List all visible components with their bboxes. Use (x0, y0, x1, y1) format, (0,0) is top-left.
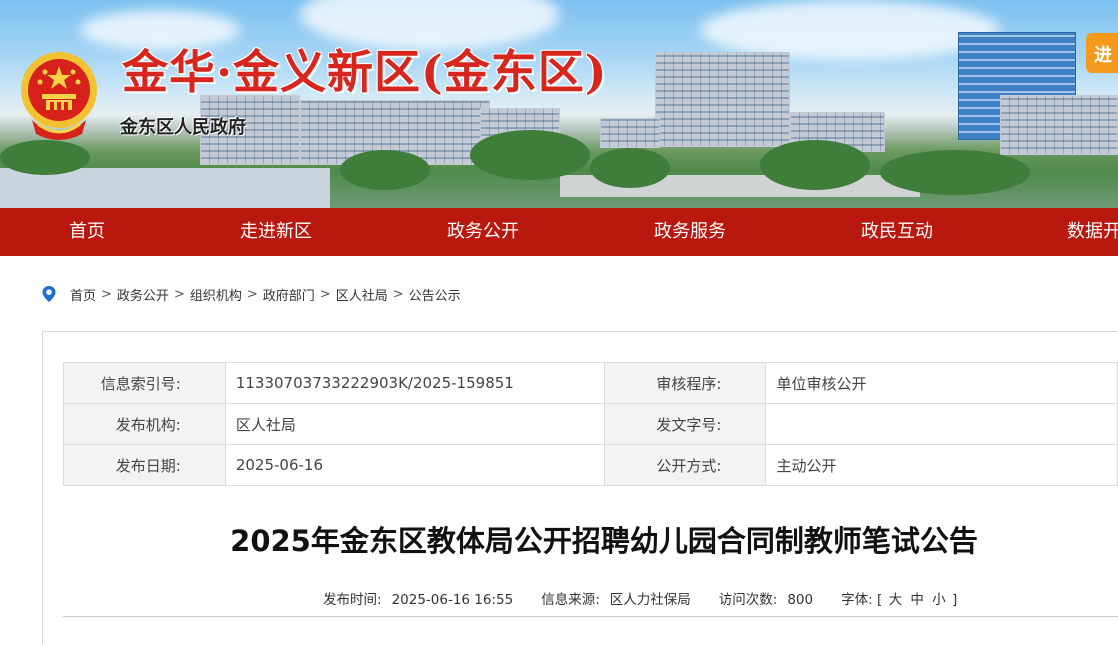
publisher-label: 发布机构: (63, 403, 226, 445)
font-size-small-button[interactable]: 小 (932, 592, 946, 608)
header-banner: 金华·金义新区(金东区) 金东区人民政府 进 (0, 0, 1118, 208)
nav-item-gov-affairs-open[interactable]: 政务公开 (447, 208, 519, 256)
breadcrumb-hr-bureau[interactable]: 区人社局 (336, 285, 388, 304)
source-value: 区人力社保局 (609, 592, 691, 608)
main-nav: 首页 走进新区 政务公开 政务服务 政民互动 数据开 (0, 208, 1118, 256)
index-number-label: 信息索引号: (63, 362, 226, 404)
corner-entry-button[interactable]: 进 (1086, 33, 1118, 73)
site-title: 金华·金义新区(金东区) (122, 45, 608, 99)
visits-label: 访问次数: (718, 592, 778, 608)
document-number-value (765, 403, 1118, 445)
breadcrumb: 首页 > 政务公开 > 组织机构 > 政府部门 > 区人社局 > 公告公示 (40, 284, 461, 304)
table-row: 信息索引号: 11330703733222903K/2025-159851 审核… (63, 362, 1118, 404)
breadcrumb-separator: > (319, 286, 331, 302)
font-size-open-bracket: [ (876, 592, 883, 608)
nav-item-about-district[interactable]: 走进新区 (240, 208, 312, 256)
article-info-bar: 发布时间: 2025-06-16 16:55 信息来源: 区人力社保局 访问次数: 8… (323, 588, 957, 608)
disclosure-method-label: 公开方式: (603, 444, 767, 486)
breadcrumb-separator: > (246, 286, 258, 302)
breadcrumb-separator: > (101, 286, 112, 302)
font-size-large-button[interactable]: 大 (889, 592, 903, 608)
font-size-medium-button[interactable]: 中 (910, 592, 924, 608)
nav-item-home[interactable]: 首页 (69, 208, 105, 256)
document-number-label: 发文字号: (603, 403, 767, 445)
breadcrumb-separator: > (173, 286, 185, 302)
nav-item-gov-services[interactable]: 政务服务 (654, 208, 726, 256)
info-meta-table: 信息索引号: 11330703733222903K/2025-159851 审核… (63, 362, 1118, 486)
breadcrumb-separator: > (392, 286, 404, 302)
breadcrumb-organization[interactable]: 组织机构 (190, 285, 242, 304)
nav-item-interaction[interactable]: 政民互动 (861, 208, 933, 256)
review-procedure-label: 审核程序: (603, 362, 767, 404)
disclosure-method-value: 主动公开 (765, 444, 1118, 486)
breadcrumb-announcements[interactable]: 公告公示 (409, 285, 461, 304)
breadcrumb-gov-affairs-open[interactable]: 政务公开 (117, 285, 169, 304)
visits-value: 800 (787, 592, 814, 608)
font-size-close-bracket: ] (951, 592, 958, 608)
source-label: 信息来源: (541, 592, 600, 608)
publish-date-label: 发布日期: (63, 444, 226, 486)
location-pin-icon (42, 286, 56, 302)
site-subtitle: 金东区人民政府 (120, 117, 246, 138)
nav-item-data-open[interactable]: 数据开 (1067, 208, 1118, 256)
breadcrumb-gov-departments[interactable]: 政府部门 (263, 285, 315, 304)
font-size-label: 字体: (841, 592, 873, 608)
table-row: 发布机构: 区人社局 发文字号: (63, 403, 1118, 445)
article-title: 2025年金东区教体局公开招聘幼儿园合同制教师笔试公告 (230, 524, 978, 558)
review-procedure-value: 单位审核公开 (765, 362, 1118, 404)
publish-time-value: 2025-06-16 16:55 (391, 592, 514, 608)
publish-time-label: 发布时间: (323, 592, 382, 608)
divider (63, 616, 1118, 617)
table-row: 发布日期: 2025-06-16 公开方式: 主动公开 (63, 444, 1118, 486)
national-emblem-icon (21, 52, 97, 140)
index-number-value: 11330703733222903K/2025-159851 (224, 362, 605, 404)
publish-date-value: 2025-06-16 (224, 444, 605, 486)
breadcrumb-home[interactable]: 首页 (70, 285, 96, 304)
publisher-value: 区人社局 (224, 403, 605, 445)
